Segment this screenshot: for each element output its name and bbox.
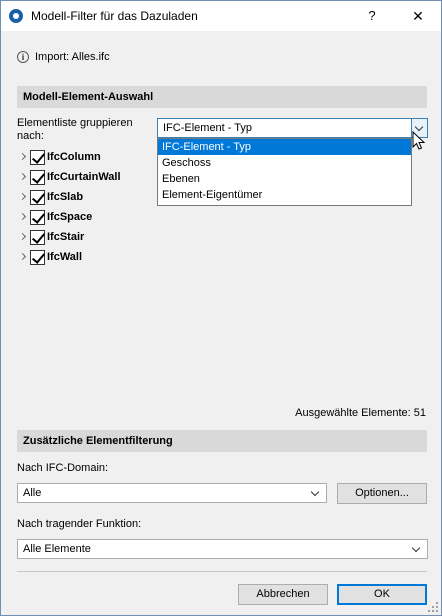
tree-item-ifcwall[interactable]: IfcWall <box>19 247 121 267</box>
selected-elements-count: Ausgewählte Elemente: 51 <box>295 407 426 419</box>
tree-item-ifccolumn[interactable]: IfcColumn <box>19 147 121 167</box>
import-info-text: Import: Alles.ifc <box>35 51 110 63</box>
dialog-window: Modell-Filter für das Dazuladen ? ✕ i Im… <box>0 0 442 616</box>
chevron-right-icon[interactable] <box>19 147 29 167</box>
app-icon <box>9 9 23 23</box>
section-header-model-selection: Modell-Element-Auswahl <box>17 86 427 108</box>
dropdown-option-geschoss[interactable]: Geschoss <box>158 155 411 171</box>
dropdown-option-ebenen[interactable]: Ebenen <box>158 171 411 187</box>
title-bar: Modell-Filter für das Dazuladen ? ✕ <box>1 1 441 31</box>
mouse-cursor-icon <box>412 131 426 150</box>
ifcslab-checkbox[interactable] <box>30 189 45 205</box>
structural-function-value: Alle Elemente <box>23 543 91 555</box>
help-button[interactable]: ? <box>359 5 385 27</box>
chevron-right-icon[interactable] <box>19 207 29 227</box>
ifcspace-checkbox[interactable] <box>30 209 45 225</box>
ifcstair-checkbox[interactable] <box>30 229 45 245</box>
resize-grip-icon[interactable] <box>428 602 438 612</box>
element-tree: IfcColumn IfcCurtainWall IfcSlab IfcSpac… <box>19 147 121 267</box>
ifc-domain-label: Nach IFC-Domain: <box>17 462 109 474</box>
ifc-domain-dropdown[interactable]: Alle <box>17 483 327 503</box>
tree-item-ifcslab[interactable]: IfcSlab <box>19 187 121 207</box>
dropdown-option-element-eigentuemer[interactable]: Element-Eigentümer <box>158 187 411 203</box>
close-button[interactable]: ✕ <box>401 5 435 27</box>
divider <box>17 571 427 572</box>
info-icon: i <box>17 51 29 63</box>
tree-item-label: IfcStair <box>47 231 85 243</box>
ifc-domain-value: Alle <box>23 487 42 499</box>
chevron-right-icon[interactable] <box>19 167 29 187</box>
ok-button[interactable]: OK <box>337 584 427 605</box>
chevron-down-icon[interactable] <box>411 540 423 558</box>
cancel-button[interactable]: Abbrechen <box>238 584 328 605</box>
chevron-down-icon[interactable] <box>310 484 322 502</box>
options-button[interactable]: Optionen... <box>337 483 427 504</box>
ifccolumn-checkbox[interactable] <box>30 149 45 165</box>
group-by-options-list: IFC-Element - Typ Geschoss Ebenen Elemen… <box>157 138 412 206</box>
tree-item-label: IfcSlab <box>47 191 84 203</box>
ifcwall-checkbox[interactable] <box>30 249 45 265</box>
tree-item-ifccurtainwall[interactable]: IfcCurtainWall <box>19 167 121 187</box>
group-by-dropdown[interactable]: IFC-Element - Typ <box>157 118 428 138</box>
import-info: i Import: Alles.ifc <box>17 51 110 63</box>
tree-item-label: IfcColumn <box>47 151 101 163</box>
group-by-label: Elementliste gruppieren nach: <box>17 117 133 142</box>
group-by-value: IFC-Element - Typ <box>163 122 253 134</box>
structural-function-label: Nach tragender Funktion: <box>17 518 142 530</box>
tree-item-label: IfcSpace <box>47 211 93 223</box>
chevron-right-icon[interactable] <box>19 227 29 247</box>
tree-item-ifcspace[interactable]: IfcSpace <box>19 207 121 227</box>
section-header-additional-filtering: Zusätzliche Elementfilterung <box>17 430 427 452</box>
tree-item-ifcstair[interactable]: IfcStair <box>19 227 121 247</box>
dropdown-option-ifc-element-typ[interactable]: IFC-Element - Typ <box>158 139 411 155</box>
chevron-right-icon[interactable] <box>19 187 29 207</box>
ifccurtainwall-checkbox[interactable] <box>30 169 45 185</box>
structural-function-dropdown[interactable]: Alle Elemente <box>17 539 428 559</box>
tree-item-label: IfcCurtainWall <box>47 171 121 183</box>
chevron-right-icon[interactable] <box>19 247 29 267</box>
window-title: Modell-Filter für das Dazuladen <box>31 9 198 23</box>
tree-item-label: IfcWall <box>47 251 83 263</box>
